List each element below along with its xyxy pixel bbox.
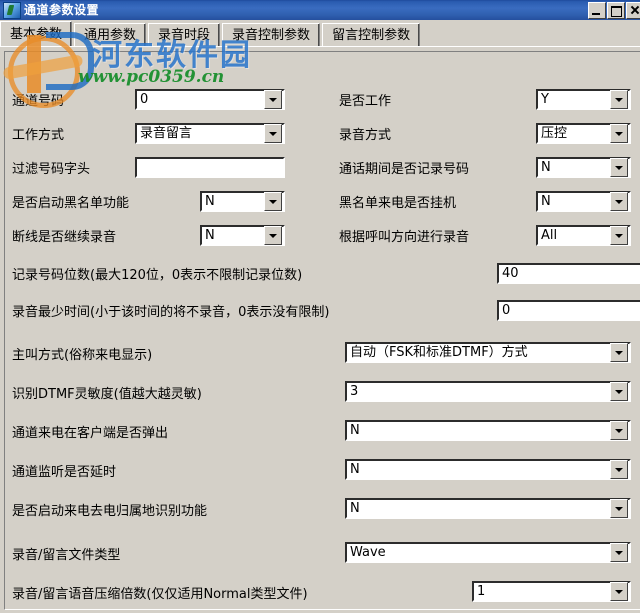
location-recognition-combo[interactable]: N: [345, 498, 631, 519]
record-number-digits-value: 40: [502, 266, 519, 281]
tab-label: 录音时段: [158, 28, 211, 43]
tab-basic-parameters[interactable]: 基本参数: [0, 21, 73, 47]
label-blacklist-hangup: 黑名单来电是否挂机: [339, 196, 457, 211]
minimize-button[interactable]: [588, 2, 606, 19]
tab-label: 基本参数: [10, 27, 63, 42]
recording-file-type-combo[interactable]: Wave: [345, 542, 631, 563]
label-is-working: 是否工作: [339, 94, 392, 109]
record-by-call-direction-combo[interactable]: All: [536, 225, 631, 246]
record-number-during-call-combo[interactable]: N: [536, 157, 631, 178]
chevron-down-icon[interactable]: [610, 543, 628, 562]
tab-general-parameters[interactable]: 通用参数: [74, 23, 147, 47]
location-recognition-value: N: [350, 501, 360, 516]
voice-compression-ratio-value: 1: [477, 584, 486, 599]
enable-blacklist-combo[interactable]: N: [200, 191, 285, 212]
label-work-mode: 工作方式: [12, 128, 65, 143]
chevron-down-icon[interactable]: [610, 499, 628, 518]
work-mode-combo[interactable]: 录音留言: [135, 123, 285, 144]
label-minimum-recording-time: 录音最少时间(小于该时间的将不录音，0表示没有限制): [12, 305, 330, 320]
label-popup-on-client: 通道来电在客户端是否弹出: [12, 426, 169, 441]
channel-parameter-settings-window: 通道参数设置 基本参数 通用参数 录音时段 录音控制参数 留言控制参数 通道号码…: [0, 0, 640, 613]
continue-recording-on-disconnect-value: N: [205, 228, 215, 243]
monitor-delay-combo[interactable]: N: [345, 459, 631, 480]
work-mode-value: 录音留言: [140, 126, 193, 141]
filter-number-prefix-input[interactable]: [135, 157, 285, 178]
chevron-down-icon[interactable]: [610, 192, 628, 211]
chevron-down-icon[interactable]: [610, 460, 628, 479]
label-monitor-delay: 通道监听是否延时: [12, 465, 117, 480]
tab-message-control-parameters[interactable]: 留言控制参数: [322, 23, 421, 47]
close-button[interactable]: [626, 2, 640, 19]
window-controls: [588, 2, 640, 19]
label-record-number-during-call: 通话期间是否记录号码: [339, 162, 470, 177]
blacklist-hangup-combo[interactable]: N: [536, 191, 631, 212]
chevron-down-icon[interactable]: [610, 421, 628, 440]
title-bar: 通道参数设置: [0, 0, 640, 20]
basic-parameters-panel: 通道号码 0 是否工作 Y 工作方式 录音留言 录音方式 压控 过滤号码字头 通…: [0, 46, 640, 613]
tab-recording-control-parameters[interactable]: 录音控制参数: [222, 23, 321, 47]
chevron-down-icon[interactable]: [610, 343, 628, 362]
is-working-value: Y: [541, 92, 549, 107]
tab-label: 通用参数: [84, 28, 137, 43]
record-number-digits-input[interactable]: 40: [497, 263, 640, 284]
label-enable-blacklist: 是否启动黑名单功能: [12, 196, 130, 211]
label-record-by-call-direction: 根据呼叫方向进行录音: [339, 230, 470, 245]
label-caller-id-mode: 主叫方式(俗称来电显示): [12, 348, 153, 363]
popup-on-client-value: N: [350, 423, 360, 438]
dtmf-sensitivity-value: 3: [350, 384, 359, 399]
blacklist-hangup-value: N: [541, 194, 551, 209]
tab-label: 留言控制参数: [332, 28, 411, 43]
continue-recording-on-disconnect-combo[interactable]: N: [200, 225, 285, 246]
record-number-during-call-value: N: [541, 160, 551, 175]
recording-mode-value: 压控: [541, 126, 568, 141]
maximize-button[interactable]: [607, 2, 625, 19]
recording-file-type-value: Wave: [350, 545, 386, 560]
chevron-down-icon[interactable]: [264, 124, 282, 143]
label-recording-file-type: 录音/留言文件类型: [12, 548, 121, 563]
chevron-down-icon[interactable]: [264, 192, 282, 211]
chevron-down-icon[interactable]: [264, 90, 282, 109]
label-dtmf-sensitivity: 识别DTMF灵敏度(值越大越灵敏): [12, 387, 202, 402]
chevron-down-icon[interactable]: [610, 158, 628, 177]
window-title: 通道参数设置: [24, 3, 100, 17]
tab-label: 录音控制参数: [232, 28, 311, 43]
monitor-delay-value: N: [350, 462, 360, 477]
recording-mode-combo[interactable]: 压控: [536, 123, 631, 144]
chevron-down-icon[interactable]: [610, 582, 628, 601]
chevron-down-icon[interactable]: [610, 124, 628, 143]
chevron-down-icon[interactable]: [610, 226, 628, 245]
chevron-down-icon[interactable]: [610, 382, 628, 401]
label-continue-recording-on-disconnect: 断线是否继续录音: [12, 230, 117, 245]
channel-number-value: 0: [140, 92, 149, 107]
tab-strip: 基本参数 通用参数 录音时段 录音控制参数 留言控制参数: [0, 21, 640, 47]
minimum-recording-time-value: 0: [502, 303, 511, 318]
popup-on-client-combo[interactable]: N: [345, 420, 631, 441]
caller-id-mode-value: 自动（FSK和标准DTMF）方式: [350, 345, 528, 360]
minimum-recording-time-input[interactable]: 0: [497, 300, 640, 321]
label-filter-number-prefix: 过滤号码字头: [12, 162, 91, 177]
label-location-recognition: 是否启动来电去电归属地识别功能: [12, 504, 208, 519]
enable-blacklist-value: N: [205, 194, 215, 209]
caller-id-mode-combo[interactable]: 自动（FSK和标准DTMF）方式: [345, 342, 631, 363]
label-voice-compression-ratio: 录音/留言语音压缩倍数(仅仅适用Normal类型文件): [12, 587, 308, 602]
label-record-number-digits: 记录号码位数(最大120位，0表示不限制记录位数): [12, 268, 303, 283]
dtmf-sensitivity-combo[interactable]: 3: [345, 381, 631, 402]
tab-recording-period[interactable]: 录音时段: [148, 23, 221, 47]
voice-compression-ratio-combo[interactable]: 1: [472, 581, 631, 602]
label-channel-number: 通道号码: [12, 94, 65, 109]
is-working-combo[interactable]: Y: [536, 89, 631, 110]
app-icon: [3, 1, 21, 19]
channel-number-combo[interactable]: 0: [135, 89, 285, 110]
chevron-down-icon[interactable]: [610, 90, 628, 109]
record-by-call-direction-value: All: [541, 228, 558, 243]
label-recording-mode: 录音方式: [339, 128, 392, 143]
chevron-down-icon[interactable]: [264, 226, 282, 245]
